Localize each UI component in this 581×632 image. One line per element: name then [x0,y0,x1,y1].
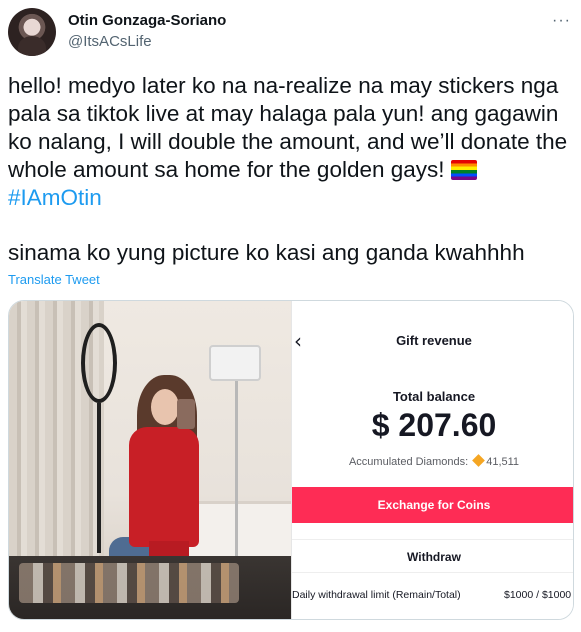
rainbow-flag-icon [450,160,477,180]
author-name[interactable]: Otin Gonzaga-Soriano [68,12,226,29]
tweet-text: hello! medyo later ko na na-realize na m… [8,72,568,212]
exchange-for-coins-button: Exchange for Coins [292,487,573,523]
accumulated-diamonds: Accumulated Diamonds: 41,511 [292,454,573,468]
author-handle[interactable]: @ItsACsLife [68,33,152,50]
ring-light [81,323,117,403]
gift-revenue-title: Gift revenue [396,333,472,348]
tweet-text-line2: sinama ko yung picture ko kasi ang ganda… [8,240,525,265]
daily-withdrawal-limit-value: $1000 / $1000 [504,589,572,601]
bed [187,501,291,561]
avatar[interactable] [8,8,56,56]
total-balance-label: Total balance [392,389,476,404]
mirror-selfie-photo[interactable] [9,301,291,619]
diamond-icon [472,454,486,467]
person-face [151,389,179,425]
tweet-text-line1: hello! medyo later ko na na-realize na m… [8,73,568,182]
diamonds-label: Accumulated Diamonds: [348,456,469,468]
person-red-suit [129,427,199,547]
daily-withdrawal-limit-label: Daily withdrawal limit (Remain/Total) [292,589,461,601]
hashtag-link[interactable]: #IAmOtin [8,185,102,210]
total-balance-amount: $ 207.60 [371,407,497,443]
makeup-items [19,563,239,603]
media-attachment[interactable]: ‹ Gift revenue Total balance $ 207.60 Ac… [8,300,574,620]
ring-light-stand [97,403,101,553]
phone-in-hand [177,399,195,429]
tweet: Otin Gonzaga-Soriano @ItsACsLife ··· hel… [0,0,581,632]
translate-tweet-link[interactable]: Translate Tweet [8,272,100,287]
withdraw-button: Withdraw [292,539,573,573]
tripod-phone-mount [209,345,261,381]
more-options-icon[interactable]: ··· [552,12,571,30]
gift-revenue-screenshot[interactable]: ‹ Gift revenue Total balance $ 207.60 Ac… [291,301,573,619]
diamonds-value: 41,511 [486,456,520,468]
